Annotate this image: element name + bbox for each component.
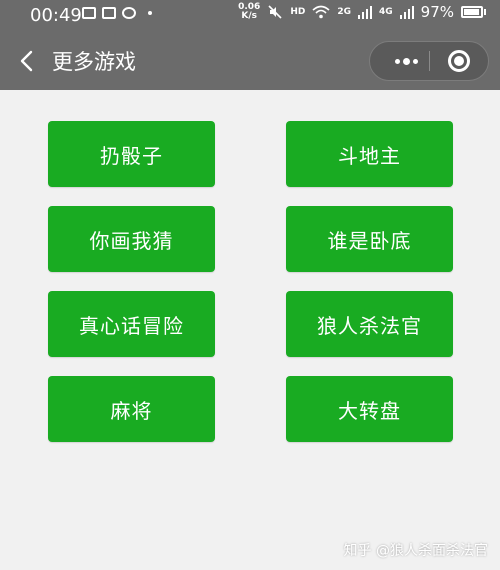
game-button-doudizhu[interactable]: 斗地主 [286,121,453,187]
battery-icon [461,6,483,18]
capsule-divider [429,51,430,71]
game-button-mahjong[interactable]: 麻将 [48,376,215,442]
nav-bar: 更多游戏 [0,32,500,90]
watermark: 知乎 @狼人杀面杀法官 [343,543,488,559]
game-button-werewolf-judge[interactable]: 狼人杀法官 [286,291,453,357]
status-time: 00:49 [30,5,82,26]
2g-label: 2G [337,7,351,17]
miniprogram-capsule [369,41,489,81]
status-right: 0.06 K/s HD 2G 4G 97% [238,3,486,21]
game-button-truth-dare[interactable]: 真心话冒险 [48,291,215,357]
game-button-dice[interactable]: 扔骰子 [48,121,215,187]
game-button-undercover[interactable]: 谁是卧底 [286,206,453,272]
status-bar: 00:49 0.06 K/s HD 2G 4G 97% [0,0,500,32]
more-options-icon[interactable] [384,42,428,80]
network-speed: 0.06 K/s [238,3,260,21]
close-miniprogram-icon[interactable] [448,50,470,72]
more-notifications-dot-icon [148,11,152,15]
app-notification-icon [122,7,136,19]
image-notification-icon [82,7,96,19]
page-title: 更多游戏 [52,50,136,74]
battery-tip [484,9,486,15]
game-button-wheel[interactable]: 大转盘 [286,376,453,442]
notification-icons [82,7,152,19]
hd-label: HD [290,7,306,17]
wifi-icon [312,5,330,19]
mail-notification-icon [102,7,116,19]
network-speed-unit: K/s [241,11,258,21]
game-button-draw-guess[interactable]: 你画我猜 [48,206,215,272]
4g-label: 4G [379,7,393,17]
signal-4g-icon [399,5,414,19]
battery-percent: 97% [420,3,454,21]
mute-icon [268,5,282,19]
back-arrow-icon[interactable] [18,50,36,72]
signal-2g-icon [358,5,372,19]
